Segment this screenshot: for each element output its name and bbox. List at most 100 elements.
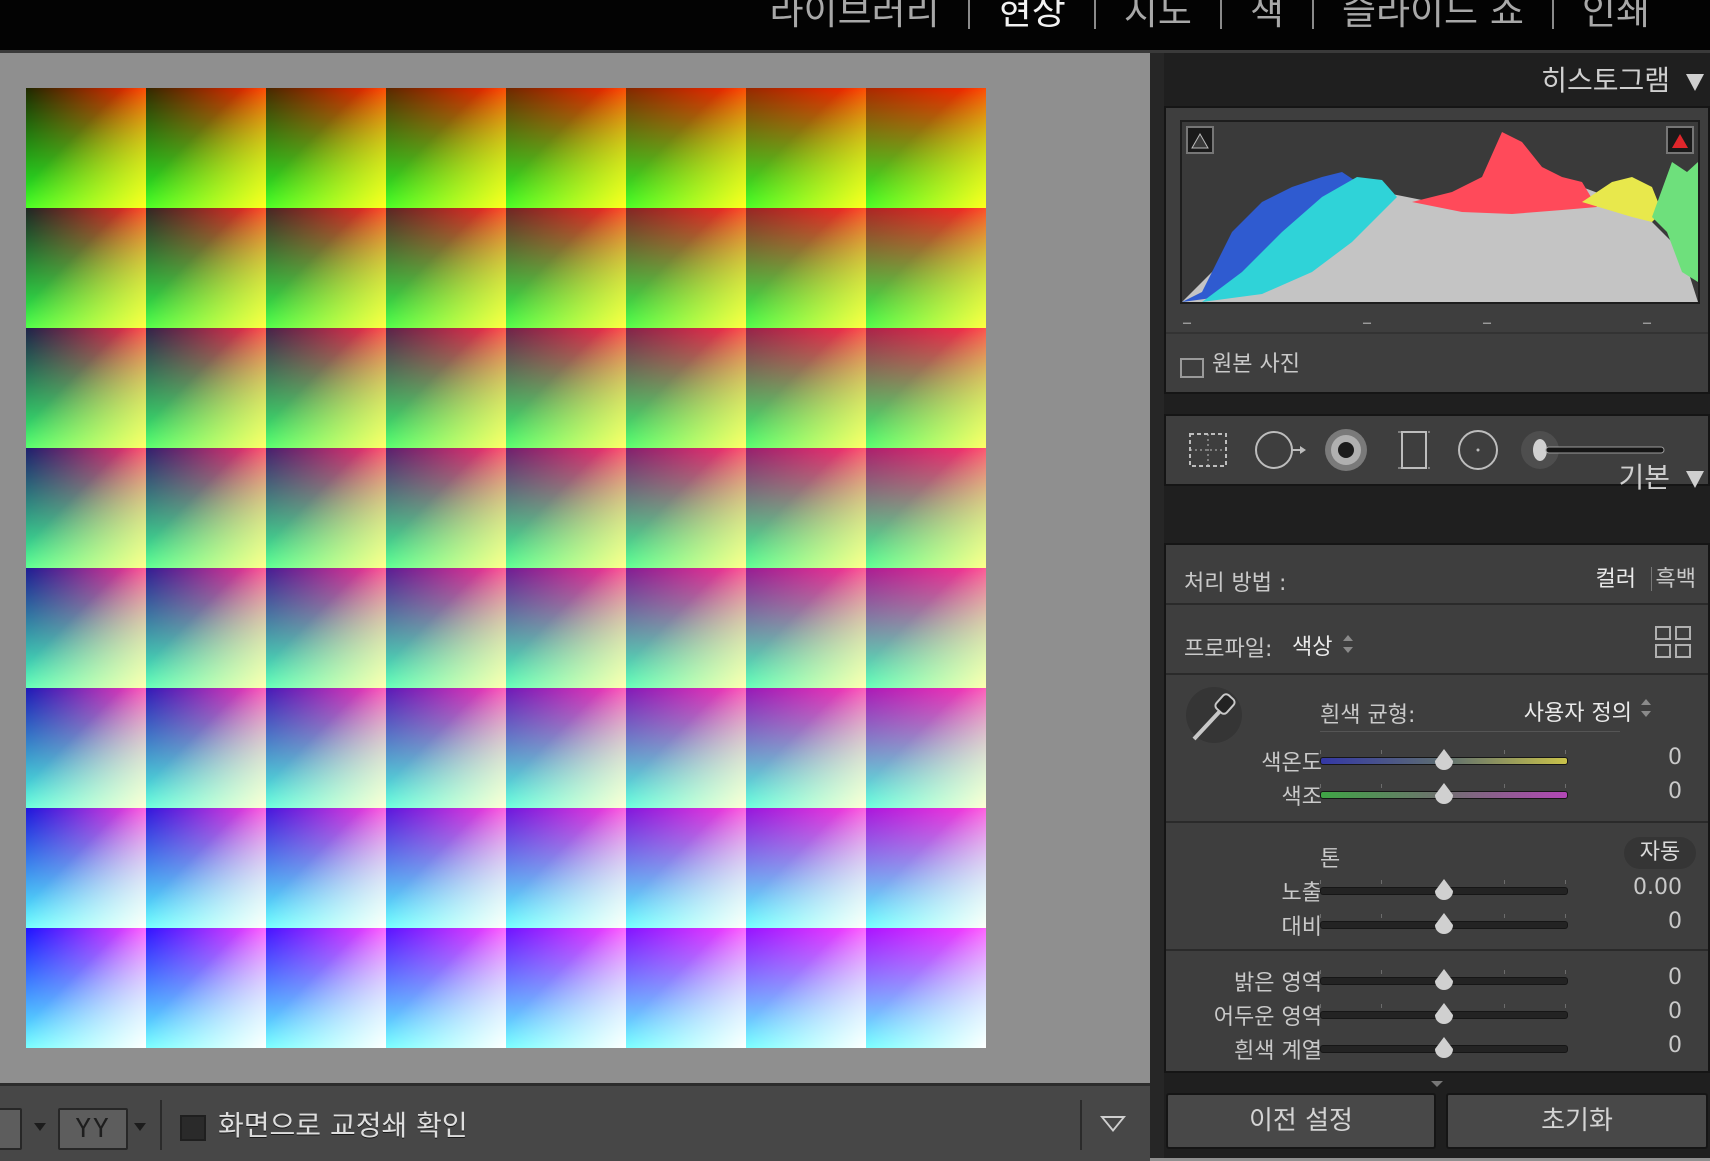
photo-tile — [26, 568, 146, 688]
contrast-value[interactable]: 0 — [1668, 909, 1682, 934]
photo-tile — [506, 808, 626, 928]
radial-filter-tool[interactable] — [1454, 426, 1502, 474]
photo-tile — [626, 208, 746, 328]
whites-value[interactable]: 0 — [1668, 1033, 1682, 1058]
bottom-toolbar: YY 화면으로 교정쇄 확인 — [0, 1083, 1150, 1161]
highlights-slider[interactable] — [1320, 969, 1568, 990]
treatment-bw-option[interactable]: 흑백 — [1656, 561, 1696, 593]
histogram-chart — [1182, 132, 1698, 302]
spot-removal-icon — [1255, 431, 1306, 469]
photo-preview — [26, 88, 986, 1048]
crop-overlay-icon — [1189, 433, 1227, 467]
highlights-value[interactable]: 0 — [1668, 965, 1682, 990]
tint-value[interactable]: 0 — [1668, 779, 1682, 804]
treatment-color-option[interactable]: 컬러 — [1596, 561, 1636, 593]
original-photo-checkbox[interactable] — [1180, 358, 1204, 378]
white-balance-select[interactable]: 사용자 정의 — [1524, 695, 1632, 727]
whites-slider[interactable] — [1320, 1037, 1568, 1058]
module-tab[interactable]: 지도 — [1096, 0, 1220, 38]
image-view[interactable] — [0, 53, 1150, 1083]
histogram-header[interactable]: 히스토그램 — [1541, 59, 1704, 99]
module-tab[interactable]: 인쇄 — [1554, 0, 1678, 38]
basic-panel: 처리 방법 : 컬러 흑백 프로파일: 색상 흰색 균형: 사용자 정의 색온도… — [1164, 543, 1710, 1073]
photo-tile — [626, 808, 746, 928]
photo-tile — [626, 88, 746, 208]
red-eye-tool[interactable] — [1322, 426, 1370, 474]
histogram-graph[interactable] — [1180, 120, 1700, 304]
spot-removal-tool[interactable] — [1252, 426, 1308, 474]
shadows-value[interactable]: 0 — [1668, 999, 1682, 1024]
exposure-value[interactable]: 0.00 — [1633, 875, 1682, 900]
photo-tile — [146, 328, 266, 448]
histogram-tick: – — [1642, 310, 1652, 334]
module-tab[interactable]: 책 — [1222, 0, 1312, 38]
original-photo-label[interactable]: 원본 사진 — [1212, 346, 1300, 378]
histogram-tick: – — [1482, 310, 1492, 334]
photo-tile — [626, 928, 746, 1048]
exposure-slider[interactable] — [1320, 879, 1568, 900]
softproof-label[interactable]: 화면으로 교정쇄 확인 — [218, 1104, 468, 1144]
histogram-tick: – — [1362, 310, 1372, 334]
histogram-tick: – — [1182, 310, 1192, 334]
auto-tone-button[interactable]: 자동 — [1624, 837, 1696, 869]
updown-arrows-icon[interactable] — [1640, 697, 1652, 719]
temp-value[interactable]: 0 — [1668, 745, 1682, 770]
photo-tile — [386, 808, 506, 928]
triangle-icon — [1672, 134, 1688, 148]
photo-tile — [26, 808, 146, 928]
contrast-label: 대비 — [1281, 915, 1322, 940]
profile-select[interactable]: 색상 — [1292, 629, 1332, 661]
photo-tile — [506, 688, 626, 808]
temp-slider[interactable] — [1320, 749, 1568, 770]
photo-tile — [506, 568, 626, 688]
eyedropper-icon[interactable] — [1184, 685, 1248, 747]
shadow-clipping-toggle[interactable] — [1186, 126, 1214, 154]
module-tab[interactable]: 현상 — [970, 0, 1094, 38]
scroll-down-icon[interactable] — [1430, 1079, 1444, 1089]
treatment-label: 처리 방법 : — [1184, 571, 1287, 596]
before-after-dropdown-icon[interactable] — [134, 1123, 146, 1131]
highlight-clipping-toggle[interactable] — [1666, 126, 1694, 154]
right-panel: 히스토그램 – – – – 원본 사진 기본 처리 방법: 컬러 흑백 프로파… — [1164, 53, 1710, 1158]
divider — [1166, 673, 1708, 675]
previous-settings-button[interactable]: 이전 설정 — [1166, 1093, 1436, 1149]
photo-tile — [386, 688, 506, 808]
photo-tile — [146, 808, 266, 928]
crop-overlay-tool[interactable] — [1184, 426, 1232, 474]
softproof-checkbox[interactable] — [180, 1115, 206, 1141]
module-tab[interactable]: 슬라이드 쇼 — [1314, 0, 1552, 38]
divider — [1166, 949, 1708, 951]
photo-tile — [746, 88, 866, 208]
profile-label: 프로파일: — [1184, 637, 1273, 662]
photo-tile — [26, 88, 146, 208]
loupe-view-dropdown-icon[interactable] — [34, 1123, 46, 1131]
tint-slider[interactable] — [1320, 783, 1568, 804]
photo-tile — [866, 88, 986, 208]
toolbar-menu-icon[interactable] — [1100, 1116, 1126, 1132]
photo-tile — [866, 808, 986, 928]
panel-divider[interactable] — [1150, 53, 1164, 1158]
photo-tile — [26, 688, 146, 808]
divider — [1166, 603, 1708, 605]
profile-browser-grid-icon[interactable] — [1654, 625, 1694, 659]
updown-arrows-icon[interactable] — [1342, 633, 1354, 655]
module-tab[interactable]: 라이브러리 — [742, 0, 968, 38]
photo-tile — [266, 808, 386, 928]
tint-label: 색조 — [1281, 785, 1322, 810]
photo-tile — [866, 568, 986, 688]
collapse-arrow-icon[interactable] — [1686, 470, 1704, 488]
shadows-slider[interactable] — [1320, 1003, 1568, 1024]
shadows-label: 어두운 영역 — [1213, 1005, 1322, 1030]
photo-tile — [26, 448, 146, 568]
toolbar-separator — [1080, 1100, 1082, 1150]
highlights-label: 밝은 영역 — [1234, 971, 1322, 996]
contrast-slider[interactable] — [1320, 913, 1568, 934]
loupe-view-button[interactable] — [0, 1108, 22, 1150]
basic-header[interactable]: 기본 — [1618, 456, 1704, 496]
collapse-arrow-icon[interactable] — [1686, 73, 1704, 91]
graduated-filter-tool[interactable] — [1392, 426, 1436, 474]
photo-tile — [146, 448, 266, 568]
before-after-view-button[interactable]: YY — [58, 1108, 128, 1150]
reset-button[interactable]: 초기화 — [1446, 1093, 1708, 1149]
photo-tile — [626, 568, 746, 688]
